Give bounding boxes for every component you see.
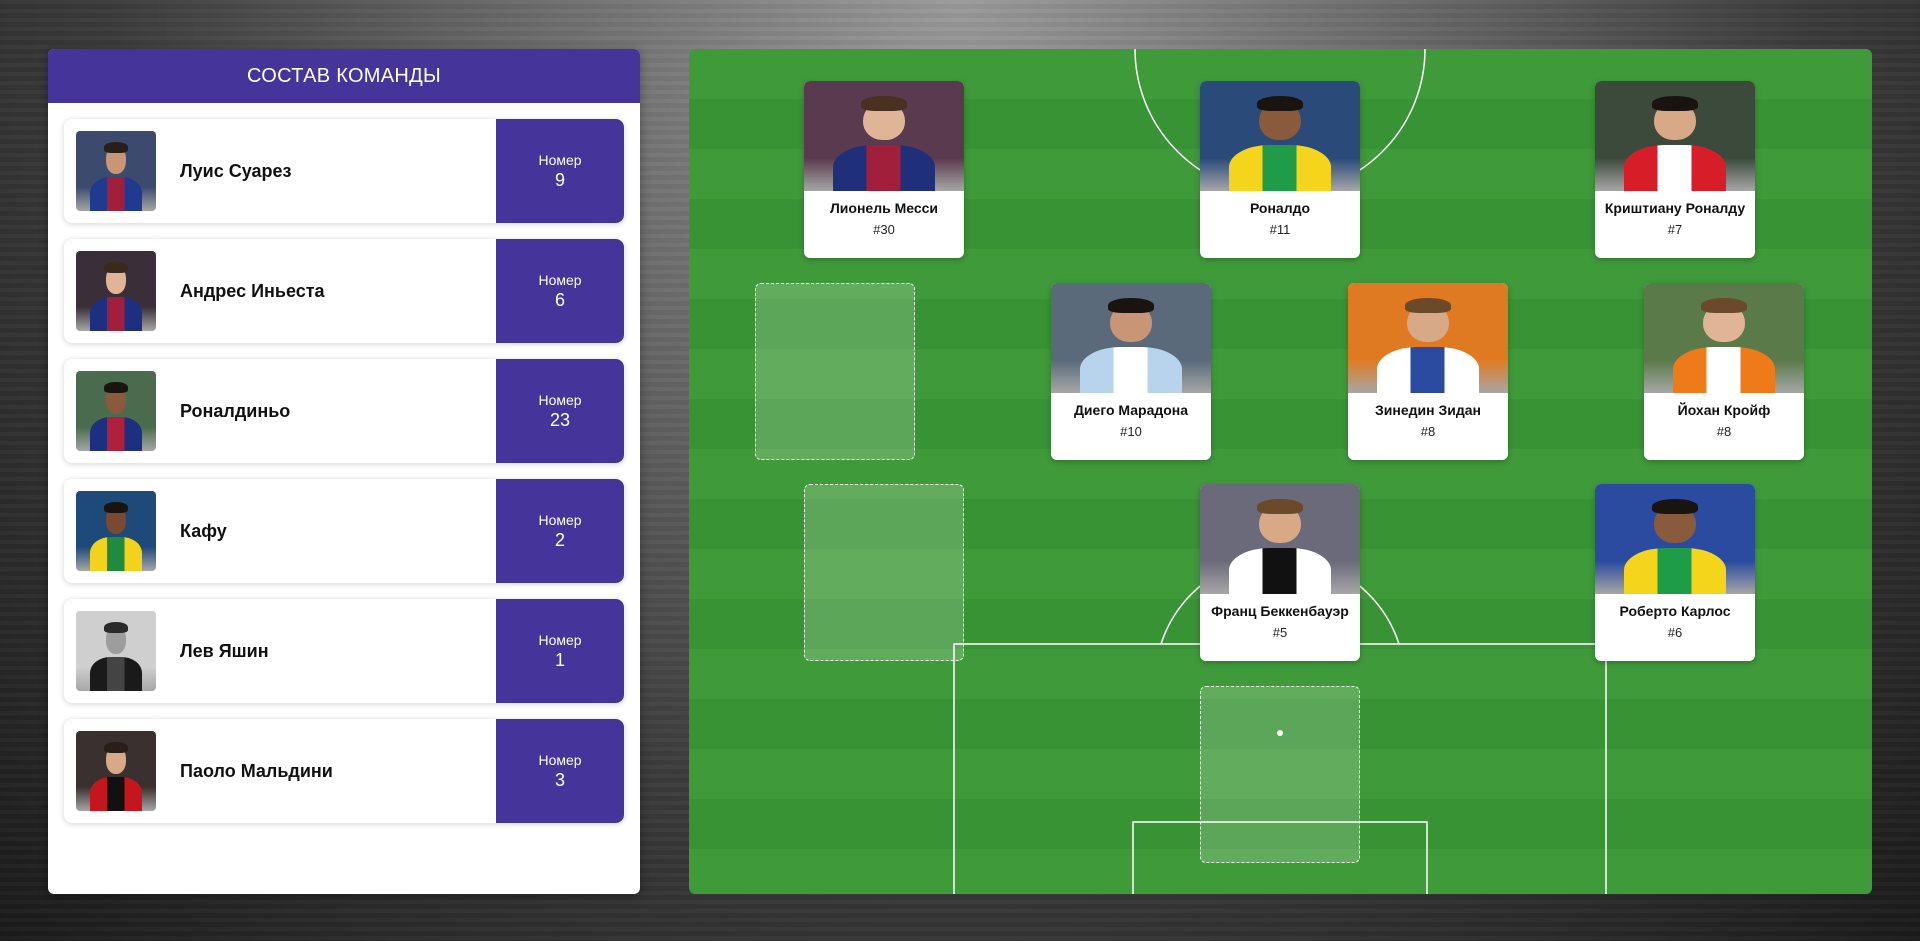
field-player-card[interactable]: Роберто Карлос #6 <box>1595 484 1755 661</box>
player-name: Роналдо <box>1249 200 1311 216</box>
player-photo <box>1200 81 1360 191</box>
player-number-box: Номер 23 <box>496 359 624 463</box>
player-info: Франц Беккенбауэр #5 <box>1200 594 1360 640</box>
roster-list: Луис Суарез Номер 9 Андрес Иньеста Номер… <box>48 103 640 823</box>
player-name: Криштиану Роналду <box>1604 200 1746 216</box>
empty-position-slot[interactable] <box>755 283 915 460</box>
number-value: 3 <box>554 769 565 790</box>
player-name: Диего Марадона <box>1073 402 1189 418</box>
player-name: Кафу <box>180 520 227 541</box>
player-info: Диего Марадона #10 <box>1051 393 1211 439</box>
player-photo <box>1200 484 1360 594</box>
player-name: Роналдиньо <box>180 400 291 421</box>
player-name: Йохан Кройф <box>1677 402 1771 418</box>
roster-card[interactable]: Лев Яшин Номер 1 <box>64 599 624 703</box>
player-info: Криштиану Роналду #7 <box>1595 191 1755 237</box>
player-info: Роберто Карлос #6 <box>1595 594 1755 640</box>
empty-position-slot[interactable] <box>804 484 964 661</box>
player-photo <box>1348 283 1508 393</box>
field-player-card[interactable]: Криштиану Роналду #7 <box>1595 81 1755 258</box>
player-name: Франц Беккенбауэр <box>1211 603 1349 619</box>
player-photo <box>76 491 156 571</box>
player-number-box: Номер 2 <box>496 479 624 583</box>
number-label: Номер <box>538 751 582 768</box>
number-label: Номер <box>538 151 582 168</box>
number-label: Номер <box>538 391 582 408</box>
player-number: #8 <box>1716 424 1732 439</box>
player-photo <box>1595 81 1755 191</box>
player-number: #10 <box>1120 424 1142 439</box>
football-field[interactable]: Лионель Месси #30 Роналдо #11 Криштиану … <box>689 49 1872 894</box>
player-number-box: Номер 3 <box>496 719 624 823</box>
player-photo <box>76 251 156 331</box>
roster-card[interactable]: Роналдиньо Номер 23 <box>64 359 624 463</box>
number-label: Номер <box>538 271 582 288</box>
field-player-card[interactable]: Лионель Месси #30 <box>804 81 964 258</box>
roster-card[interactable]: Кафу Номер 2 <box>64 479 624 583</box>
player-number-box: Номер 6 <box>496 239 624 343</box>
number-value: 1 <box>554 649 565 670</box>
roster-card[interactable]: Паоло Мальдини Номер 3 <box>64 719 624 823</box>
number-label: Номер <box>538 511 582 528</box>
player-info: Роналдо #11 <box>1200 191 1360 237</box>
player-number: #6 <box>1667 625 1683 640</box>
player-number: #11 <box>1269 222 1291 237</box>
player-number-box: Номер 9 <box>496 119 624 223</box>
player-name: Паоло Мальдини <box>180 760 333 781</box>
empty-position-slot[interactable] <box>1200 686 1360 863</box>
roster-card[interactable]: Луис Суарез Номер 9 <box>64 119 624 223</box>
roster-card[interactable]: Андрес Иньеста Номер 6 <box>64 239 624 343</box>
player-name: Роберто Карлос <box>1619 603 1731 619</box>
field-player-card[interactable]: Франц Беккенбауэр #5 <box>1200 484 1360 661</box>
field-player-card[interactable]: Диего Марадона #10 <box>1051 283 1211 460</box>
player-photo <box>1051 283 1211 393</box>
number-label: Номер <box>538 631 582 648</box>
field-player-card[interactable]: Зинедин Зидан #8 <box>1348 283 1508 460</box>
player-name: Зинедин Зидан <box>1375 402 1481 418</box>
player-info: Йохан Кройф #8 <box>1644 393 1804 439</box>
player-name: Андрес Иньеста <box>180 280 325 301</box>
field-player-card[interactable]: Йохан Кройф #8 <box>1644 283 1804 460</box>
player-number: #8 <box>1420 424 1436 439</box>
number-value: 9 <box>554 169 565 190</box>
number-value: 2 <box>554 529 565 550</box>
player-photo <box>804 81 964 191</box>
player-number-box: Номер 1 <box>496 599 624 703</box>
team-roster-title: СОСТАВ КОМАНДЫ <box>48 49 640 103</box>
number-value: 6 <box>554 289 565 310</box>
player-photo <box>76 371 156 451</box>
player-name: Лев Яшин <box>180 640 269 661</box>
player-number: #5 <box>1272 625 1288 640</box>
player-photo <box>76 731 156 811</box>
number-value: 23 <box>549 409 571 430</box>
player-photo <box>76 131 156 211</box>
player-number: #7 <box>1667 222 1683 237</box>
player-number: #30 <box>873 222 895 237</box>
field-player-card[interactable]: Роналдо #11 <box>1200 81 1360 258</box>
player-info: Зинедин Зидан #8 <box>1348 393 1508 439</box>
player-name: Луис Суарез <box>180 160 292 181</box>
player-photo <box>1644 283 1804 393</box>
team-roster-panel: СОСТАВ КОМАНДЫ Луис Суарез Номер 9 Андре… <box>48 49 640 894</box>
player-name: Лионель Месси <box>829 200 939 216</box>
player-info: Лионель Месси #30 <box>804 191 964 237</box>
player-photo <box>76 611 156 691</box>
player-photo <box>1595 484 1755 594</box>
